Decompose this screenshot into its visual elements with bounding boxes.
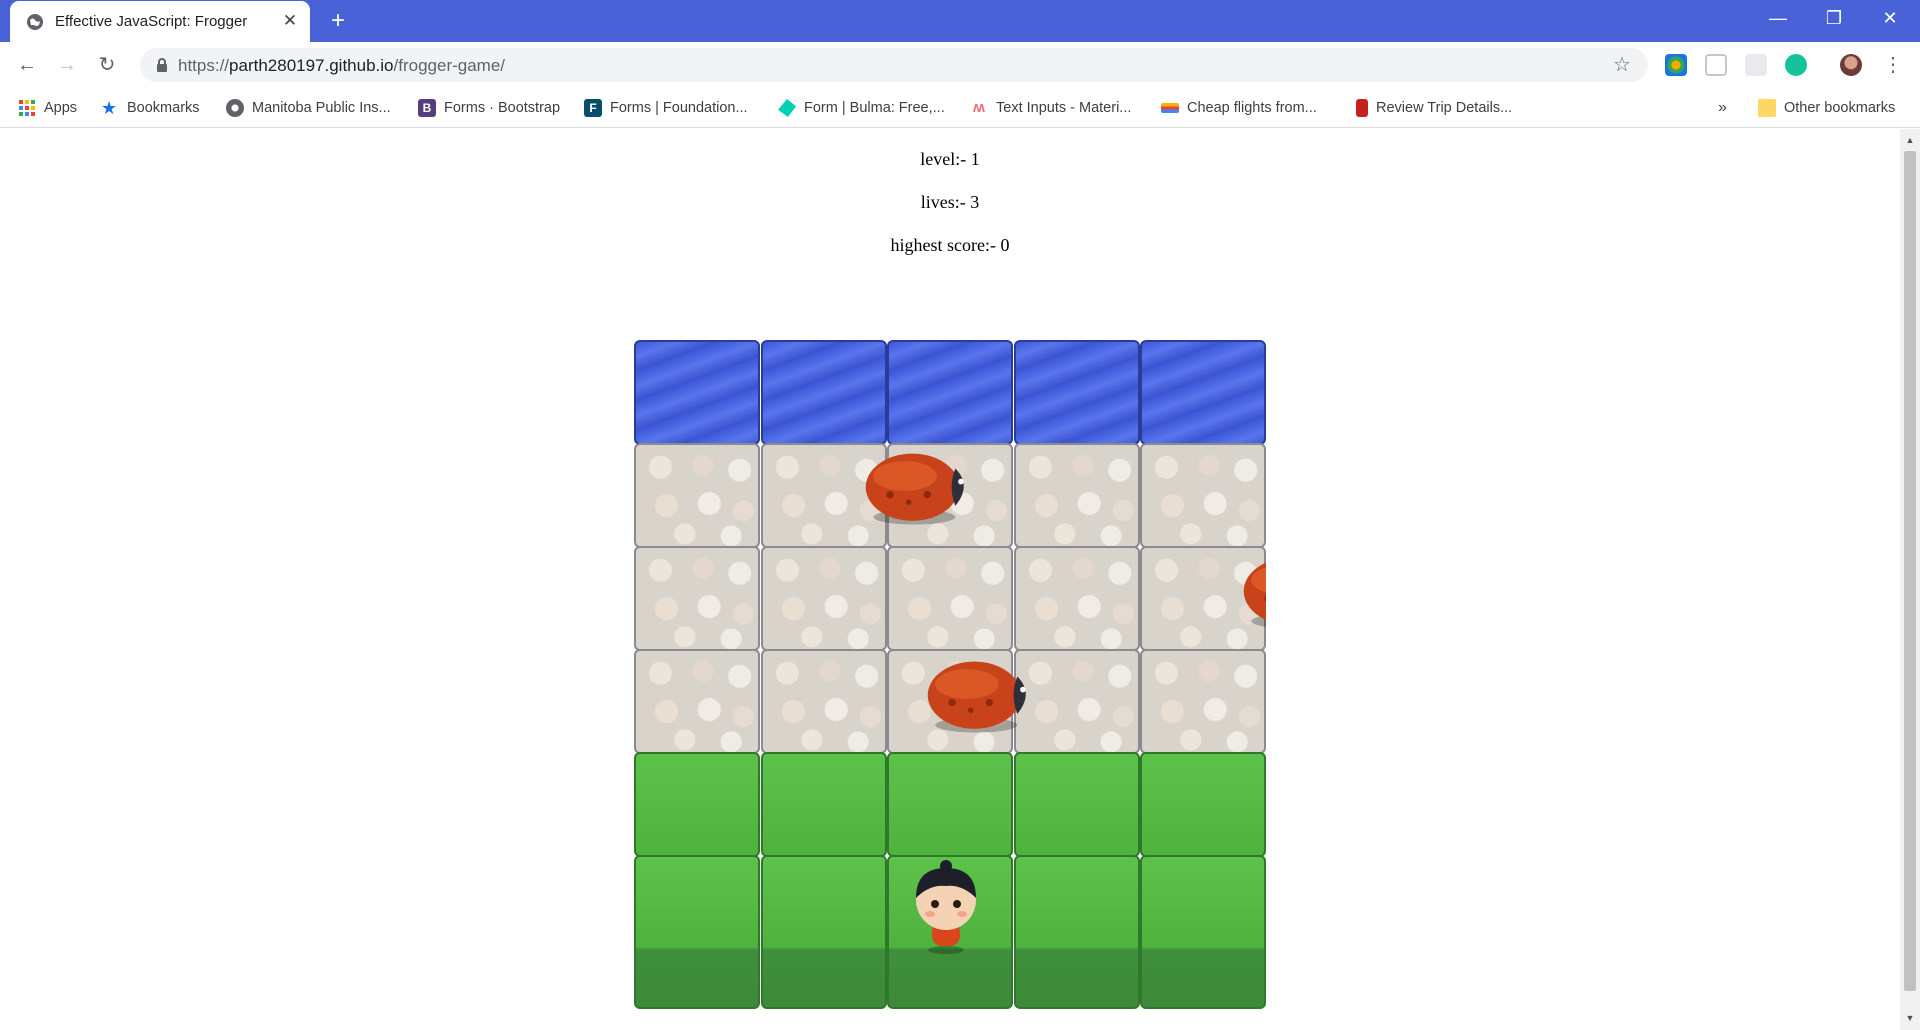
- scroll-up-icon[interactable]: ▲: [1904, 133, 1916, 147]
- bookmarks-overflow-button[interactable]: »: [1718, 97, 1727, 119]
- profile-avatar[interactable]: [1840, 54, 1862, 76]
- grass-tile: [1140, 752, 1266, 857]
- stone-tile: [1013, 546, 1140, 651]
- bookmark-bookmarks[interactable]: ★ Bookmarks: [101, 97, 200, 119]
- bookmark-label: Forms | Foundation...: [610, 100, 748, 116]
- bookmark-bulma[interactable]: Form | Bulma: Free,...: [778, 97, 945, 119]
- bookmark-label: Bookmarks: [127, 100, 200, 116]
- browser-titlebar: Effective JavaScript: Frogger ✕ + ― ❐ ✕: [0, 0, 1920, 42]
- bookmark-label: Text Inputs - Materi...: [996, 100, 1132, 116]
- stone-tile: [634, 649, 760, 754]
- grass-tile: [1013, 855, 1140, 1009]
- stone-tile: [760, 649, 887, 754]
- url-text[interactable]: https://parth280197.github.io/frogger-ga…: [178, 56, 505, 76]
- page-scrollbar[interactable]: ▲ ▼: [1900, 129, 1920, 1030]
- player-character: [902, 856, 990, 961]
- stone-tile: [1140, 443, 1266, 548]
- bookmark-star-icon[interactable]: ☆: [1610, 53, 1634, 77]
- globe-icon: [226, 99, 244, 117]
- materialize-icon: ʍ: [973, 99, 985, 116]
- flights-icon: [1161, 103, 1179, 113]
- url-scheme: https://: [178, 56, 230, 75]
- bookmark-label: Cheap flights from...: [1187, 100, 1317, 116]
- bulma-icon: [778, 99, 796, 117]
- stone-tile: [887, 546, 1013, 651]
- minimize-icon[interactable]: ―: [1750, 0, 1806, 36]
- grass-tile: [760, 752, 887, 857]
- stone-tile: [1013, 443, 1140, 548]
- lives-display: lives:- 3: [920, 192, 980, 212]
- level-display: level:- 1: [920, 149, 980, 169]
- apps-grid-icon: [19, 100, 35, 116]
- bookmark-foundation[interactable]: F Forms | Foundation...: [584, 97, 748, 119]
- forward-icon[interactable]: →: [53, 51, 81, 79]
- lock-icon: [157, 58, 167, 72]
- game-board[interactable]: [634, 340, 1266, 1012]
- extension-globe-icon[interactable]: [1665, 54, 1687, 76]
- stone-tile: [634, 546, 760, 651]
- water-tile: [1140, 340, 1266, 445]
- url-host: parth280197.github.io: [229, 56, 394, 75]
- water-tile: [760, 340, 887, 445]
- folder-icon: [1758, 99, 1776, 117]
- bookmarks-bar: Apps ★ Bookmarks Manitoba Public Ins... …: [0, 88, 1920, 128]
- bookmark-apps[interactable]: Apps: [18, 97, 77, 119]
- tab-title: Effective JavaScript: Frogger: [55, 13, 248, 30]
- bag-icon: [1356, 99, 1368, 117]
- reload-icon[interactable]: ↻: [93, 51, 121, 79]
- bookmark-label: Review Trip Details...: [1376, 100, 1513, 116]
- enemy-bug-1: [862, 448, 974, 531]
- bookmark-materialize[interactable]: ʍ Text Inputs - Materi...: [970, 97, 1131, 119]
- extension-blank-icon[interactable]: [1745, 54, 1767, 76]
- bookmark-flights[interactable]: Cheap flights from...: [1161, 97, 1317, 119]
- grass-tile: [887, 752, 1013, 857]
- close-window-icon[interactable]: ✕: [1862, 0, 1918, 36]
- bookmark-label: Apps: [44, 100, 78, 116]
- globe-icon: [27, 14, 43, 30]
- other-bookmarks[interactable]: Other bookmarks: [1758, 97, 1895, 119]
- enemy-bug-2: [1240, 552, 1266, 635]
- tab-close-icon[interactable]: ✕: [280, 11, 300, 31]
- back-icon[interactable]: ←: [13, 51, 41, 79]
- browser-tab[interactable]: Effective JavaScript: Frogger ✕: [10, 1, 310, 42]
- bookmark-label: Other bookmarks: [1784, 100, 1896, 116]
- stone-tile: [760, 546, 887, 651]
- grass-tile: [760, 855, 887, 1009]
- bookmark-trip[interactable]: Review Trip Details...: [1356, 97, 1512, 119]
- water-tile: [634, 340, 760, 445]
- bookmark-label: Manitoba Public Ins...: [252, 100, 391, 116]
- address-bar[interactable]: https://parth280197.github.io/frogger-ga…: [140, 48, 1648, 82]
- water-tile: [887, 340, 1013, 445]
- extension-clipboard-icon[interactable]: [1705, 54, 1727, 76]
- grammarly-icon[interactable]: [1785, 54, 1807, 76]
- highest-score-display: highest score:- 0: [890, 235, 1010, 255]
- star-icon: ★: [101, 98, 118, 118]
- stone-tile: [634, 443, 760, 548]
- stone-tile: [1140, 649, 1266, 754]
- water-tile: [1013, 340, 1140, 445]
- grass-tile: [1140, 855, 1266, 1009]
- scroll-down-icon[interactable]: ▼: [1904, 1011, 1916, 1025]
- bookmark-manitoba[interactable]: Manitoba Public Ins...: [226, 97, 391, 119]
- grass-tile: [1013, 752, 1140, 857]
- url-path: /frogger-game/: [393, 56, 506, 75]
- bookmark-bootstrap[interactable]: B Forms · Bootstrap: [418, 97, 560, 119]
- browser-menu-icon[interactable]: ⋮: [1882, 51, 1904, 79]
- grass-tile: [634, 855, 760, 1009]
- bookmark-label: Form | Bulma: Free,...: [804, 100, 945, 116]
- foundation-icon: F: [584, 99, 602, 117]
- browser-toolbar: ← → ↻ https://parth280197.github.io/frog…: [0, 42, 1920, 88]
- restore-icon[interactable]: ❐: [1806, 0, 1862, 36]
- bootstrap-icon: B: [418, 99, 436, 117]
- grass-tile: [634, 752, 760, 857]
- bookmark-label: Forms · Bootstrap: [444, 100, 561, 116]
- enemy-bug-3: [924, 656, 1036, 739]
- new-tab-button[interactable]: +: [326, 9, 350, 33]
- scroll-thumb[interactable]: [1904, 151, 1916, 991]
